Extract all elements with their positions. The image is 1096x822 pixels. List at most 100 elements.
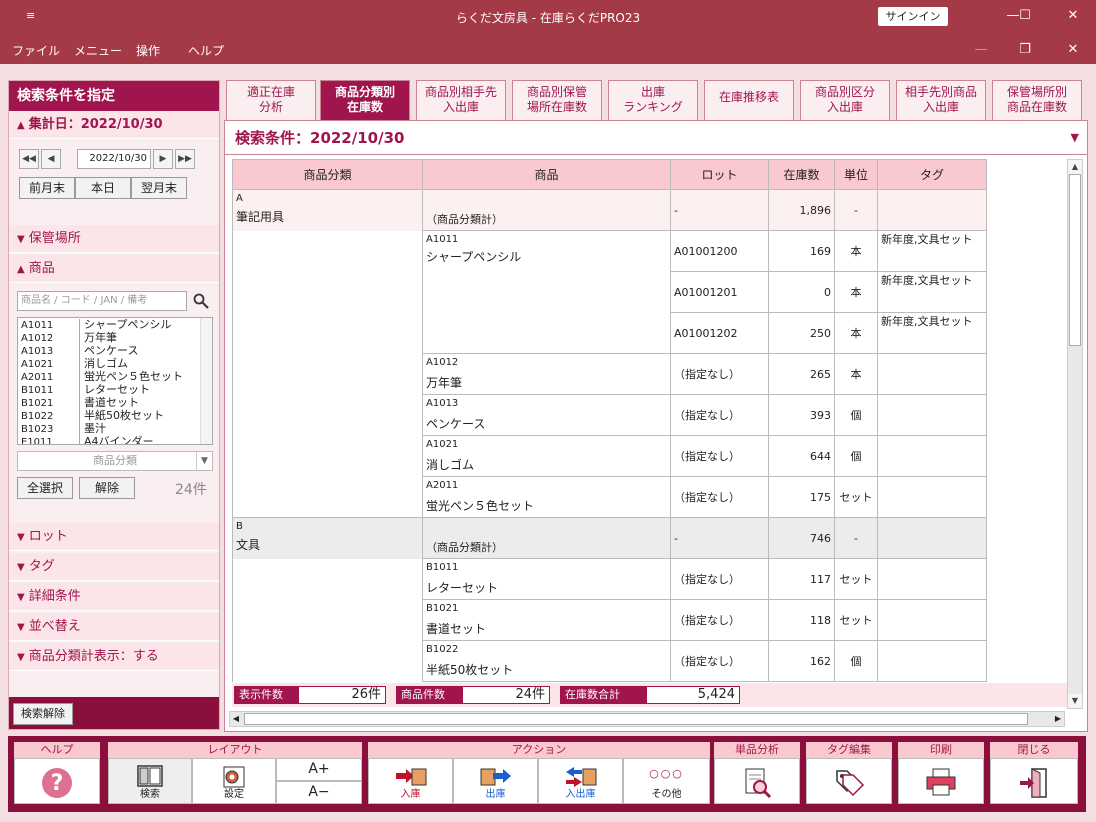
column-header[interactable]: 商品 [422, 159, 671, 190]
search-layout-button[interactable]: 検索 [108, 758, 192, 804]
tab-shipment-ranking[interactable]: 出庫 ランキング [608, 80, 698, 120]
search-icon[interactable] [193, 293, 209, 309]
tab-category-stock[interactable]: 商品分類別 在庫数 [320, 80, 410, 120]
date-field[interactable]: 2022/10/30 [77, 149, 151, 169]
deselect-button[interactable]: 解除 [79, 477, 135, 499]
tab-location-product[interactable]: 保管場所別 商品在庫数 [992, 80, 1082, 120]
scroll-down-icon[interactable]: ▼ [1068, 694, 1082, 708]
signin-button[interactable]: サインイン [878, 7, 948, 26]
list-item[interactable]: B1011 レターセット [18, 383, 212, 397]
tab-stock-trend[interactable]: 在庫推移表 [704, 80, 794, 120]
date-section-header[interactable]: ▲ 集計日：2022/10/30 [9, 111, 219, 139]
vertical-scrollbar[interactable]: ▲ ▼ [1067, 159, 1083, 709]
next-month-end-button[interactable]: 翌月末 [131, 177, 187, 199]
print-button[interactable] [898, 758, 984, 804]
tab-product-type[interactable]: 商品別区分 入出庫 [800, 80, 890, 120]
expand-down-icon: ▼ [17, 652, 25, 663]
last-date-button[interactable]: ▶▶ [175, 149, 195, 169]
column-header[interactable]: ロット [670, 159, 769, 190]
product-section[interactable]: ▲ 商品 [9, 255, 219, 283]
list-item[interactable]: A1021 消しゴム [18, 357, 212, 371]
select-all-button[interactable]: 全選択 [17, 477, 73, 499]
help-icon: ? [42, 768, 72, 798]
expand-down-icon: ▼ [17, 562, 25, 573]
help-group-label: ヘルプ [14, 742, 100, 758]
analysis-button[interactable] [714, 758, 800, 804]
maximize-icon[interactable]: ☐ [1010, 5, 1040, 27]
stock-table: 商品分類 商品 ロット 在庫数 単位 タグ A 筆記用具 （商品分類計） - 1,… [232, 159, 987, 682]
scroll-left-icon[interactable]: ◀ [230, 712, 242, 726]
close-icon[interactable]: ✕ [1058, 5, 1088, 27]
first-date-button[interactable]: ◀◀ [19, 149, 39, 169]
menu-file[interactable]: ファイル [12, 42, 60, 59]
list-item[interactable]: B1021 書道セット [18, 396, 212, 410]
column-header[interactable]: 単位 [834, 159, 878, 190]
list-item[interactable]: A1011 シャープペンシル [18, 318, 212, 332]
sort-section[interactable]: ▼ 並べ替え [9, 613, 219, 641]
stock-in-button[interactable]: 入庫 [368, 758, 453, 804]
product-search-input[interactable]: 商品名 / コード / JAN / 備考 [17, 291, 187, 311]
list-item[interactable]: A1012 万年筆 [18, 331, 212, 345]
scroll-thumb[interactable] [1069, 174, 1081, 346]
today-button[interactable]: 本日 [75, 177, 131, 199]
tab-product-partner[interactable]: 商品別相手先 入出庫 [416, 80, 506, 120]
menu-menu[interactable]: メニュー [74, 42, 122, 59]
total-stock-value: 5,424 [646, 686, 740, 704]
analysis-group-label: 単品分析 [714, 742, 800, 758]
category-select[interactable]: 商品分類 ▼ [17, 451, 213, 471]
menu-help[interactable]: ヘルプ [188, 42, 224, 59]
expand-down-icon: ▼ [17, 234, 25, 245]
subtotal-section[interactable]: ▼ 商品分類計表示：する [9, 643, 219, 671]
product-list[interactable]: A1011 シャープペンシル A1012 万年筆 A1013 ペンケース A1021 消… [17, 317, 213, 445]
menu-operation[interactable]: 操作 [136, 42, 160, 59]
mdi-restore-icon[interactable]: ❐ [1010, 39, 1040, 61]
font-increase-button[interactable]: A+ [276, 758, 362, 781]
tag-section[interactable]: ▼ タグ [9, 553, 219, 581]
column-header[interactable]: 商品分類 [232, 159, 423, 190]
chevron-down-icon[interactable]: ▼ [1071, 121, 1079, 155]
scroll-thumb[interactable] [244, 713, 1028, 725]
row-count-value: 26件 [298, 686, 386, 704]
product-list-scrollbar[interactable] [200, 318, 212, 444]
font-decrease-button[interactable]: A− [276, 781, 362, 804]
tag-edit-button[interactable] [806, 758, 892, 804]
stock-out-button[interactable]: 出庫 [453, 758, 538, 804]
mdi-minimize-icon[interactable]: — [966, 39, 996, 61]
table-row[interactable]: B1011 レターセット （指定なし） 117 セット [232, 558, 987, 682]
horizontal-scrollbar[interactable]: ◀ ▶ [229, 711, 1065, 727]
prev-month-end-button[interactable]: 前月末 [19, 177, 75, 199]
detail-section[interactable]: ▼ 詳細条件 [9, 583, 219, 611]
menu-bar: ファイル メニュー 操作 ヘルプ — ❐ ✕ [0, 34, 1096, 64]
list-item[interactable]: E1011 A4バインダー [18, 435, 212, 444]
next-date-button[interactable]: ▶ [153, 149, 173, 169]
list-item[interactable]: B1022 半紙50枚セット [18, 409, 212, 423]
title-bar: ≡ らくだ文房具 - 在庫らくだPRO23 サインイン — ☐ ✕ [0, 0, 1096, 34]
scroll-up-icon[interactable]: ▲ [1068, 160, 1082, 174]
list-item[interactable]: B1023 墨汁 [18, 422, 212, 436]
help-button[interactable]: ? [14, 758, 100, 804]
other-action-button[interactable]: ○○○ その他 [623, 758, 710, 804]
row-count-label: 表示件数 [234, 686, 298, 704]
prev-date-button[interactable]: ◀ [41, 149, 61, 169]
lot-section[interactable]: ▼ ロット [9, 523, 219, 551]
tab-product-location[interactable]: 商品別保管 場所在庫数 [512, 80, 602, 120]
list-item[interactable]: A1013 ペンケース [18, 344, 212, 358]
tab-partner-product[interactable]: 相手先別商品 入出庫 [896, 80, 986, 120]
table-row[interactable]: A 筆記用具 （商品分類計） - 1,896 - [232, 189, 987, 231]
scroll-right-icon[interactable]: ▶ [1052, 712, 1064, 726]
item-count-value: 24件 [462, 686, 550, 704]
mdi-close-icon[interactable]: ✕ [1058, 39, 1088, 61]
column-header[interactable]: 在庫数 [768, 159, 835, 190]
clear-search-button[interactable]: 検索解除 [13, 703, 73, 725]
location-section[interactable]: ▼ 保管場所 [9, 225, 219, 253]
stock-inout-button[interactable]: 入出庫 [538, 758, 623, 804]
column-header[interactable]: タグ [877, 159, 987, 190]
tag-group-label: タグ編集 [806, 742, 892, 758]
list-item[interactable]: A2011 蛍光ペン５色セット [18, 370, 212, 384]
settings-button[interactable]: 設定 [192, 758, 276, 804]
tab-optimal-stock[interactable]: 適正在庫 分析 [226, 80, 316, 120]
table-row[interactable]: B 文具 （商品分類計） - 746 - [232, 517, 987, 559]
close-screen-button[interactable] [990, 758, 1078, 804]
table-row[interactable]: A1011 シャープペンシル A01001200 169 本 新年度,文具セット [232, 230, 987, 518]
expand-down-icon: ▼ [17, 622, 25, 633]
